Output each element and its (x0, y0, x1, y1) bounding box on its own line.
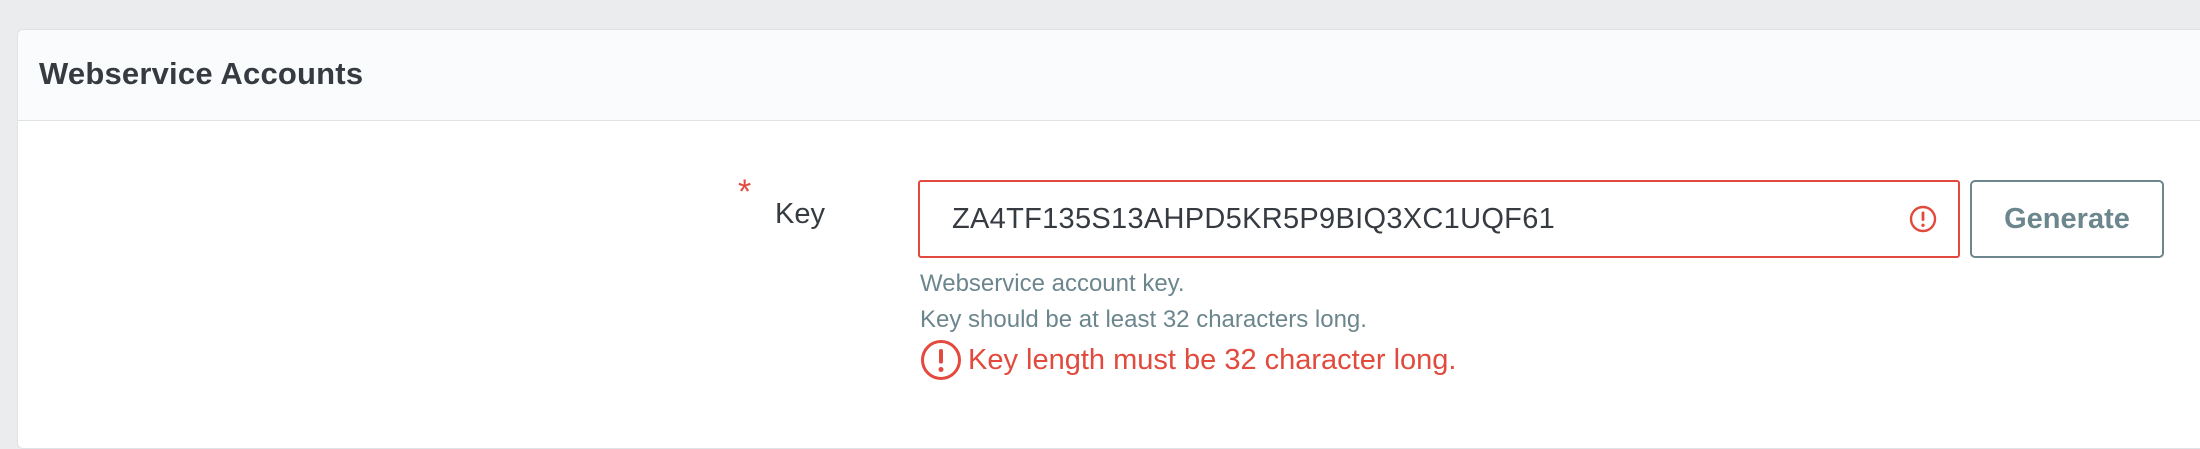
input-error-icon (1909, 205, 1937, 233)
card-header: Webservice Accounts (18, 30, 2200, 121)
key-input[interactable] (920, 182, 1880, 256)
key-label: Key (775, 198, 825, 230)
required-marker: * (738, 173, 752, 211)
error-message: Key length must be 32 character long. (968, 343, 1457, 376)
error-icon (921, 340, 961, 380)
help-text-description: Webservice account key. (920, 270, 1185, 297)
generate-button[interactable]: Generate (1970, 180, 2164, 258)
card-title: Webservice Accounts (39, 56, 364, 91)
error-message-row: Key length must be 32 character long. (920, 338, 1456, 382)
key-input-wrapper (918, 180, 1960, 258)
help-text-length: Key should be at least 32 characters lon… (920, 306, 1367, 333)
